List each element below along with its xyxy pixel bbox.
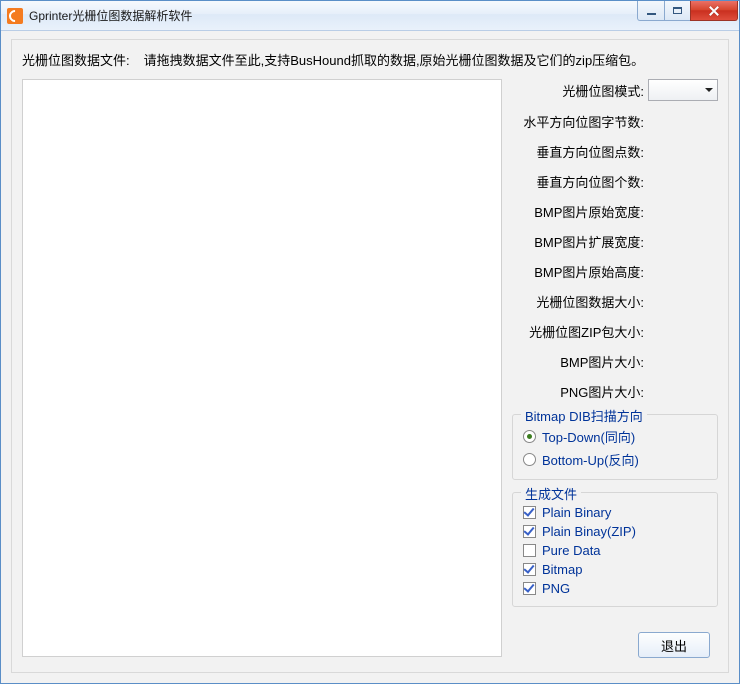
- param-label: 光栅位图模式:: [512, 81, 648, 100]
- drop-area[interactable]: [22, 79, 502, 657]
- param-row-mode: 光栅位图模式:: [512, 79, 718, 101]
- file-label: 光栅位图数据文件:: [22, 50, 130, 69]
- inner-panel: 光栅位图数据文件: 请拖拽数据文件至此,支持BusHound抓取的数据,原始光栅…: [11, 39, 729, 673]
- mode-combobox[interactable]: [648, 79, 718, 101]
- param-value: [648, 113, 718, 131]
- checkbox-icon: [523, 506, 536, 519]
- app-icon: [7, 8, 23, 24]
- file-hint-row: 光栅位图数据文件: 请拖拽数据文件至此,支持BusHound抓取的数据,原始光栅…: [22, 50, 718, 69]
- param-label: 光栅位图数据大小:: [512, 292, 648, 311]
- chevron-down-icon: [705, 88, 713, 92]
- param-value: [648, 203, 718, 221]
- checkbox-plain-binary-zip[interactable]: Plain Binay(ZIP): [523, 524, 707, 539]
- checkbox-icon: [523, 563, 536, 576]
- radio-bottom-up[interactable]: Bottom-Up(反向): [523, 450, 707, 469]
- checkbox-icon: [523, 582, 536, 595]
- client-area: 光栅位图数据文件: 请拖拽数据文件至此,支持BusHound抓取的数据,原始光栅…: [1, 31, 739, 683]
- maximize-icon: [673, 7, 682, 14]
- minimize-button[interactable]: [637, 1, 665, 21]
- checkbox-png[interactable]: PNG: [523, 581, 707, 596]
- checkbox-pure-data[interactable]: Pure Data: [523, 543, 707, 558]
- param-label: BMP图片大小:: [512, 352, 648, 371]
- param-label: 垂直方向位图点数:: [512, 142, 648, 161]
- main-window: Gprinter光栅位图数据解析软件 光栅位图数据文件: 请拖拽数据文件至此,支…: [0, 0, 740, 684]
- checkbox-icon: [523, 544, 536, 557]
- generate-files-legend: 生成文件: [521, 484, 581, 503]
- side-panel: 光栅位图模式: 水平方向位图字节数: 垂直方向位图点数:: [502, 79, 718, 659]
- titlebar[interactable]: Gprinter光栅位图数据解析软件: [1, 1, 739, 31]
- param-value: [648, 323, 718, 341]
- param-value: [648, 293, 718, 311]
- param-label: BMP图片原始高度:: [512, 262, 648, 281]
- param-row: BMP图片原始高度:: [512, 262, 718, 281]
- param-row: PNG图片大小:: [512, 382, 718, 401]
- param-row: 垂直方向位图点数:: [512, 142, 718, 161]
- close-icon: [708, 6, 720, 16]
- exit-button-label: 退出: [661, 636, 687, 655]
- param-label: 光栅位图ZIP包大小:: [512, 322, 648, 341]
- radio-label: Top-Down(同向): [542, 427, 635, 446]
- param-value: [648, 233, 718, 251]
- param-row: BMP图片大小:: [512, 352, 718, 371]
- param-value: [648, 263, 718, 281]
- param-label: PNG图片大小:: [512, 382, 648, 401]
- radio-icon: [523, 453, 536, 466]
- param-row: BMP图片原始宽度:: [512, 202, 718, 221]
- maximize-button[interactable]: [664, 1, 691, 21]
- minimize-icon: [647, 13, 656, 15]
- param-value: [648, 353, 718, 371]
- window-title: Gprinter光栅位图数据解析软件: [29, 7, 638, 24]
- param-row: 光栅位图数据大小:: [512, 292, 718, 311]
- radio-top-down[interactable]: Top-Down(同向): [523, 427, 707, 446]
- param-row: 水平方向位图字节数:: [512, 112, 718, 131]
- param-value: [648, 383, 718, 401]
- checkbox-label: Plain Binary: [542, 505, 611, 520]
- radio-label: Bottom-Up(反向): [542, 450, 639, 469]
- window-controls: [638, 1, 739, 21]
- radio-icon: [523, 430, 536, 443]
- param-row: BMP图片扩展宽度:: [512, 232, 718, 251]
- exit-button[interactable]: 退出: [638, 632, 710, 658]
- checkbox-icon: [523, 525, 536, 538]
- checkbox-label: PNG: [542, 581, 570, 596]
- param-row: 光栅位图ZIP包大小:: [512, 322, 718, 341]
- generate-files-group: 生成文件 Plain Binary Plain Binay(ZIP) Pure …: [512, 492, 718, 607]
- param-label: 垂直方向位图个数:: [512, 172, 648, 191]
- checkbox-label: Bitmap: [542, 562, 582, 577]
- param-value: [648, 143, 718, 161]
- param-label: 水平方向位图字节数:: [512, 112, 648, 131]
- scan-direction-legend: Bitmap DIB扫描方向: [521, 406, 647, 425]
- checkbox-label: Plain Binay(ZIP): [542, 524, 636, 539]
- param-value: [648, 173, 718, 191]
- body-row: 光栅位图模式: 水平方向位图字节数: 垂直方向位图点数:: [22, 79, 718, 659]
- checkbox-label: Pure Data: [542, 543, 601, 558]
- checkbox-bitmap[interactable]: Bitmap: [523, 562, 707, 577]
- close-button[interactable]: [690, 1, 738, 21]
- param-row: 垂直方向位图个数:: [512, 172, 718, 191]
- checkbox-plain-binary[interactable]: Plain Binary: [523, 505, 707, 520]
- param-label: BMP图片扩展宽度:: [512, 232, 648, 251]
- param-label: BMP图片原始宽度:: [512, 202, 648, 221]
- scan-direction-group: Bitmap DIB扫描方向 Top-Down(同向) Bottom-Up(反向…: [512, 414, 718, 480]
- file-hint: 请拖拽数据文件至此,支持BusHound抓取的数据,原始光栅位图数据及它们的zi…: [144, 50, 645, 69]
